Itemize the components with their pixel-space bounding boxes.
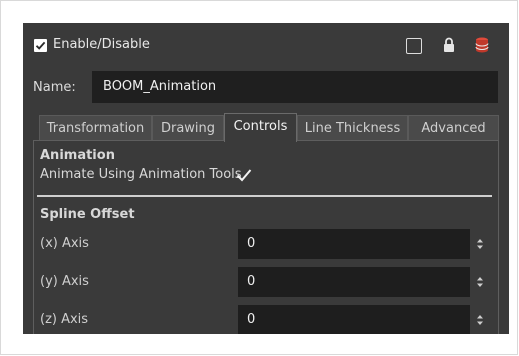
animate-using-tools-checkbox[interactable] xyxy=(236,168,252,183)
y-axis-input[interactable]: 0 xyxy=(238,267,470,297)
enable-checkbox[interactable] xyxy=(34,39,47,52)
spline-offset-section-title: Spline Offset xyxy=(40,207,135,222)
y-axis-spinner-icon[interactable] xyxy=(476,275,484,289)
tab-transformation[interactable]: Transformation xyxy=(39,115,152,141)
z-axis-input[interactable]: 0 xyxy=(238,305,470,334)
tab-drawing[interactable]: Drawing xyxy=(152,115,224,141)
database-icon[interactable] xyxy=(475,36,489,54)
x-axis-input[interactable]: 0 xyxy=(238,229,470,259)
tab-bar: Transformation Drawing Controls Line Thi… xyxy=(39,113,499,142)
tab-controls[interactable]: Controls xyxy=(224,113,297,142)
z-axis-spinner-icon[interactable] xyxy=(476,313,484,327)
y-axis-label: (y) Axis xyxy=(40,274,89,289)
option-box-icon[interactable] xyxy=(406,38,422,54)
tab-line-thickness[interactable]: Line Thickness xyxy=(297,115,408,141)
animate-using-tools-label: Animate Using Animation Tools xyxy=(40,167,242,182)
header-row: Enable/Disable xyxy=(23,23,509,69)
enable-disable-label: Enable/Disable xyxy=(53,37,150,52)
x-axis-spinner-icon[interactable] xyxy=(476,237,484,251)
animation-section-title: Animation xyxy=(40,148,115,163)
section-divider xyxy=(37,195,492,197)
z-axis-label: (z) Axis xyxy=(40,312,89,327)
name-field[interactable]: BOOM_Animation xyxy=(92,71,498,103)
tab-advanced[interactable]: Advanced xyxy=(408,115,499,141)
layer-properties-panel: Enable/Disable Name: BOOM_Animation Tran… xyxy=(23,23,509,334)
checkmark-icon xyxy=(35,41,46,50)
lock-icon[interactable] xyxy=(443,36,455,54)
x-axis-label: (x) Axis xyxy=(40,236,89,251)
name-label: Name: xyxy=(33,80,76,95)
